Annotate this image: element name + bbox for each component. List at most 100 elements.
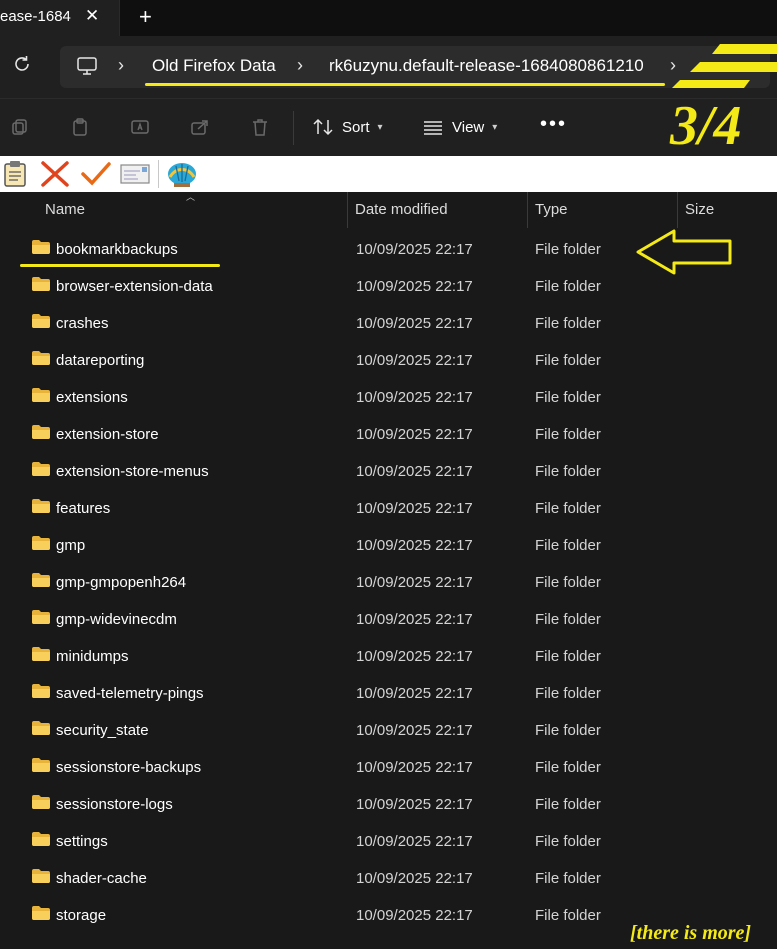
file-name: settings <box>56 833 108 850</box>
file-row[interactable]: features 10/09/2025 22:17 File folder <box>0 490 777 527</box>
file-name: saved-telemetry-pings <box>56 685 204 702</box>
file-name: browser-extension-data <box>56 278 213 295</box>
file-name: storage <box>56 907 107 924</box>
sort-button[interactable]: Sort ▾ <box>312 117 383 137</box>
red-x-icon[interactable] <box>40 160 70 193</box>
annotation-arrow-icon <box>636 229 732 275</box>
checkmark-icon[interactable] <box>80 160 112 193</box>
file-date-modified: 10/09/2025 22:17 <box>356 574 473 591</box>
file-date-modified: 10/09/2025 22:17 <box>356 278 473 295</box>
file-row[interactable]: minidumps 10/09/2025 22:17 File folder <box>0 638 777 675</box>
breadcrumb-profile-folder[interactable]: rk6uzynu.default-release-1684080861210 <box>329 56 644 76</box>
chevron-down-icon: ▾ <box>377 121 383 133</box>
refresh-icon[interactable] <box>12 54 32 80</box>
delete-icon[interactable] <box>250 117 270 142</box>
file-type: File folder <box>535 426 601 443</box>
file-row[interactable]: sessionstore-logs 10/09/2025 22:17 File fo… <box>0 786 777 823</box>
column-divider[interactable] <box>527 192 528 228</box>
file-type: File folder <box>535 796 601 813</box>
sort-ascending-icon: ︿ <box>186 192 196 202</box>
folder-icon <box>31 461 51 482</box>
file-date-modified: 10/09/2025 22:17 <box>356 463 473 480</box>
paste-icon[interactable] <box>70 117 90 142</box>
view-button[interactable]: View ▾ <box>422 117 497 137</box>
file-type: File folder <box>535 352 601 369</box>
file-name: extension-store <box>56 426 159 443</box>
file-date-modified: 10/09/2025 22:17 <box>356 537 473 554</box>
folder-icon <box>31 757 51 778</box>
rename-icon[interactable] <box>130 117 150 142</box>
file-type: File folder <box>535 833 601 850</box>
sort-label: Sort <box>342 118 370 136</box>
file-name: bookmarkbackups <box>56 241 178 258</box>
column-type-header[interactable]: Type <box>535 201 568 218</box>
view-label: View <box>452 118 485 136</box>
folder-icon <box>31 350 51 371</box>
column-size-header[interactable]: Size <box>685 201 714 218</box>
file-date-modified: 10/09/2025 22:17 <box>356 796 473 813</box>
file-list: bookmarkbackups 10/09/2025 22:17 File fold… <box>0 231 777 934</box>
file-date-modified: 10/09/2025 22:17 <box>356 870 473 887</box>
file-name: crashes <box>56 315 109 332</box>
copy-icon[interactable] <box>10 117 30 142</box>
folder-icon <box>31 831 51 852</box>
annotation-underline-address <box>145 83 665 86</box>
envelope-icon[interactable] <box>120 164 150 189</box>
file-date-modified: 10/09/2025 22:17 <box>356 722 473 739</box>
breadcrumb-separator[interactable]: › <box>118 55 124 76</box>
file-date-modified: 10/09/2025 22:17 <box>356 500 473 517</box>
folder-icon <box>31 276 51 297</box>
file-row[interactable]: gmp 10/09/2025 22:17 File folder <box>0 527 777 564</box>
file-type: File folder <box>535 315 601 332</box>
folder-icon <box>31 720 51 741</box>
file-row[interactable]: saved-telemetry-pings 10/09/2025 22:17 Fil… <box>0 675 777 712</box>
file-name: extensions <box>56 389 128 406</box>
more-options-button[interactable]: ••• <box>540 113 567 136</box>
file-type: File folder <box>535 907 601 924</box>
file-row[interactable]: extension-store 10/09/2025 22:17 File fold… <box>0 416 777 453</box>
file-row[interactable]: gmp-widevinecdm 10/09/2025 22:17 File fold… <box>0 601 777 638</box>
folder-icon <box>31 572 51 593</box>
file-type: File folder <box>535 759 601 776</box>
file-date-modified: 10/09/2025 22:17 <box>356 426 473 443</box>
sort-icon <box>313 118 333 136</box>
file-type: File folder <box>535 722 601 739</box>
file-row[interactable]: settings 10/09/2025 22:17 File folder <box>0 823 777 860</box>
share-icon[interactable] <box>190 117 210 142</box>
file-row[interactable]: extensions 10/09/2025 22:17 File folder <box>0 379 777 416</box>
annotation-more-note: [there is more] <box>630 922 752 944</box>
tab-current[interactable]: ease-1684 ✕ <box>0 0 120 36</box>
file-row[interactable]: security_state 10/09/2025 22:17 File folde… <box>0 712 777 749</box>
new-tab-icon[interactable]: + <box>139 4 152 30</box>
column-divider[interactable] <box>677 192 678 228</box>
file-date-modified: 10/09/2025 22:17 <box>356 352 473 369</box>
file-type: File folder <box>535 685 601 702</box>
tab-strip: ease-1684 ✕ + <box>0 0 777 36</box>
file-row[interactable]: gmp-gmpopenh264 10/09/2025 22:17 File fold… <box>0 564 777 601</box>
file-row[interactable]: crashes 10/09/2025 22:17 File folder <box>0 305 777 342</box>
file-date-modified: 10/09/2025 22:17 <box>356 389 473 406</box>
command-bar: Sort ▾ View ▾ ••• <box>0 98 777 156</box>
folder-icon <box>31 313 51 334</box>
this-pc-icon[interactable] <box>76 56 98 81</box>
file-type: File folder <box>535 463 601 480</box>
breadcrumb-old-firefox-data[interactable]: Old Firefox Data <box>152 56 276 76</box>
tab-title: ease-1684 <box>0 8 71 25</box>
file-type: File folder <box>535 500 601 517</box>
folder-icon <box>31 868 51 889</box>
file-name: security_state <box>56 722 149 739</box>
column-divider[interactable] <box>347 192 348 228</box>
file-type: File folder <box>535 611 601 628</box>
file-row[interactable]: shader-cache 10/09/2025 22:17 File folder <box>0 860 777 897</box>
column-date-header[interactable]: Date modified <box>355 201 448 218</box>
file-row[interactable]: extension-store-menus 10/09/2025 22:17 Fil… <box>0 453 777 490</box>
file-row[interactable]: sessionstore-backups 10/09/2025 22:17 File… <box>0 749 777 786</box>
clipboard-icon[interactable] <box>2 160 28 193</box>
file-type: File folder <box>535 389 601 406</box>
breadcrumb-separator[interactable]: › <box>297 55 303 76</box>
file-row[interactable]: datareporting 10/09/2025 22:17 File folder <box>0 342 777 379</box>
close-tab-icon[interactable]: ✕ <box>85 6 99 26</box>
file-type: File folder <box>535 241 601 258</box>
shell-icon[interactable] <box>166 159 198 194</box>
column-name-header[interactable]: Name <box>45 201 85 218</box>
